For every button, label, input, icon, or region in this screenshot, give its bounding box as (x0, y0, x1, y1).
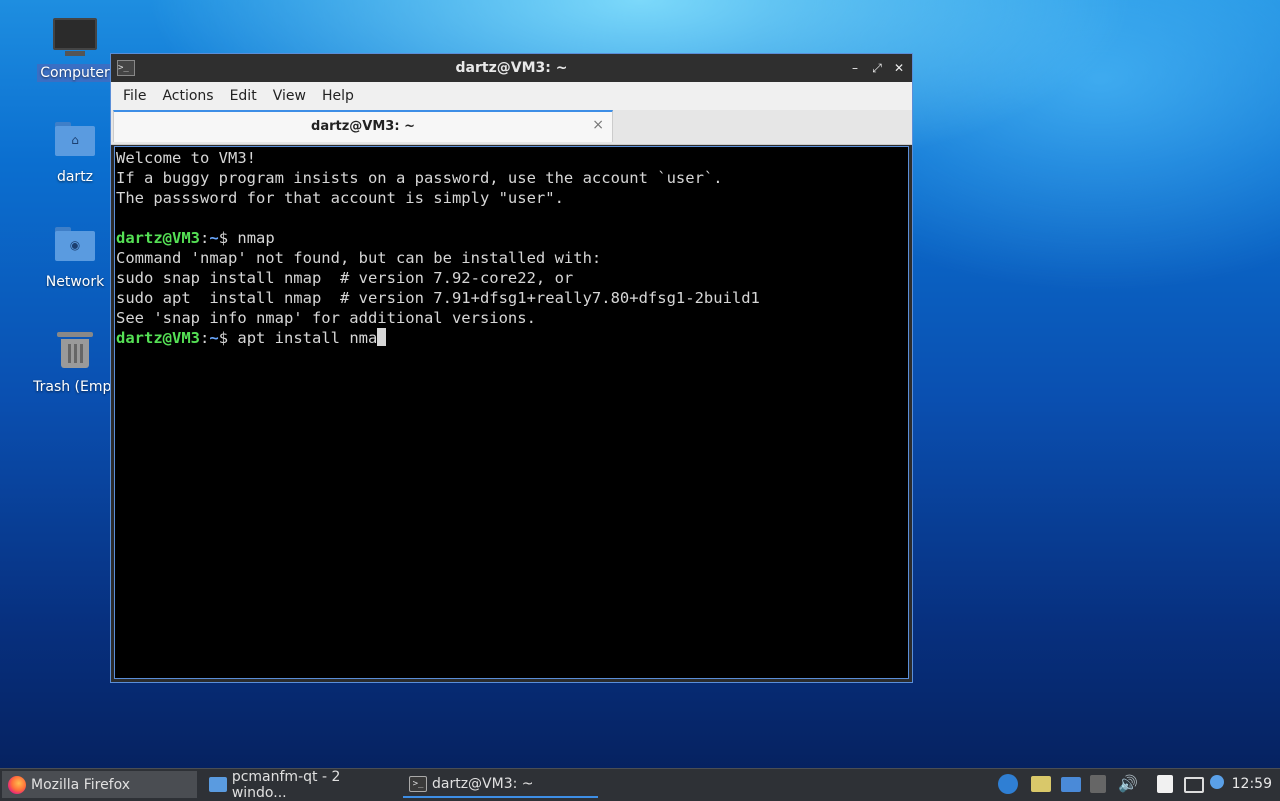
prompt-path: ~ (209, 329, 219, 347)
network-folder-icon: ◉ (53, 227, 97, 267)
removable-drive-icon[interactable] (1090, 775, 1106, 793)
desktop-icon-label: Trash (Empt (33, 379, 117, 395)
network-icon[interactable] (1184, 777, 1204, 793)
desktop-icon-home[interactable]: ⌂ dartz (29, 122, 121, 186)
clock[interactable]: 12:59 (1232, 776, 1272, 792)
task-label: pcmanfm-qt - 2 windo... (231, 768, 341, 801)
command-text: nmap (237, 229, 275, 247)
desktop-icon-computer[interactable]: Computer (29, 18, 121, 82)
prompt-line: dartz@VM3:~$ nmap (116, 228, 908, 248)
terminal-output[interactable]: Welcome to VM3! If a buggy program insis… (114, 146, 909, 679)
terminal-line: Welcome to VM3! (116, 149, 256, 167)
prompt-user: dartz@VM3 (116, 329, 200, 347)
tab-close-icon[interactable]: × (592, 117, 604, 133)
window-titlebar[interactable]: >_ dartz@VM3: ~ – ⤢ ✕ (111, 54, 912, 82)
task-firefox[interactable]: Mozilla Firefox (2, 771, 197, 798)
minimize-button[interactable]: – (846, 59, 864, 77)
desktop-icon-label: Computer (37, 64, 113, 82)
desktop-icon-label: Network (45, 274, 105, 290)
terminal-line: sudo snap install nmap # version 7.92-co… (116, 269, 574, 287)
tab-terminal[interactable]: dartz@VM3: ~ × (113, 110, 613, 142)
terminal-line: Command 'nmap' not found, but can be ins… (116, 249, 602, 267)
prompt-sep: : (200, 329, 210, 347)
command-input-text[interactable]: apt install nma (237, 329, 377, 347)
terminal-line: The passsword for that account is simply… (116, 189, 564, 207)
desktop-icon-trash[interactable]: Trash (Empt (29, 332, 121, 396)
menu-help[interactable]: Help (314, 88, 362, 104)
folder-icon (209, 777, 227, 792)
menu-view[interactable]: View (265, 88, 314, 104)
task-label: Mozilla Firefox (31, 776, 131, 793)
terminal-line: sudo apt install nmap # version 7.91+dfs… (116, 289, 760, 307)
clipboard-icon[interactable] (1031, 776, 1051, 792)
prompt-sep: : (200, 229, 210, 247)
firefox-icon (8, 775, 26, 794)
computer-icon (53, 18, 97, 58)
update-icon[interactable] (998, 774, 1018, 794)
terminal-icon: >_ (409, 775, 427, 792)
desktop-icon-network[interactable]: ◉ Network (29, 227, 121, 291)
close-button[interactable]: ✕ (890, 59, 908, 77)
prompt-user: dartz@VM3 (116, 229, 200, 247)
menu-file[interactable]: File (115, 88, 154, 104)
menubar: File Actions Edit View Help (111, 82, 912, 110)
notification-icon[interactable] (1210, 775, 1224, 789)
maximize-button[interactable]: ⤢ (868, 59, 886, 77)
terminal-window: >_ dartz@VM3: ~ – ⤢ ✕ File Actions Edit … (110, 53, 913, 683)
notes-icon[interactable] (1157, 775, 1173, 793)
prompt-line: dartz@VM3:~$ apt install nma (116, 328, 908, 348)
terminal-line: If a buggy program insists on a password… (116, 169, 723, 187)
prompt-end: $ (218, 329, 238, 347)
tab-bar: dartz@VM3: ~ × (111, 110, 912, 145)
terminal-line: See 'snap info nmap' for additional vers… (116, 309, 536, 327)
task-label: dartz@VM3: ~ (432, 775, 534, 792)
prompt-end: $ (218, 229, 238, 247)
text-cursor (377, 328, 387, 346)
prompt-path: ~ (209, 229, 219, 247)
home-folder-icon: ⌂ (53, 122, 97, 162)
tab-label: dartz@VM3: ~ (311, 119, 415, 134)
trash-icon (53, 332, 97, 372)
taskbar: Mozilla Firefox pcmanfm-qt - 2 windo... … (0, 768, 1280, 801)
menu-actions[interactable]: Actions (154, 88, 221, 104)
task-terminal[interactable]: >_ dartz@VM3: ~ (403, 771, 598, 798)
desktop-icon-label: dartz (56, 169, 94, 185)
menu-edit[interactable]: Edit (222, 88, 265, 104)
volume-icon[interactable]: 🔊 (1118, 774, 1138, 794)
window-title: dartz@VM3: ~ (455, 60, 568, 76)
task-file-manager[interactable]: pcmanfm-qt - 2 windo... (203, 768, 398, 801)
files-icon[interactable] (1061, 777, 1081, 792)
